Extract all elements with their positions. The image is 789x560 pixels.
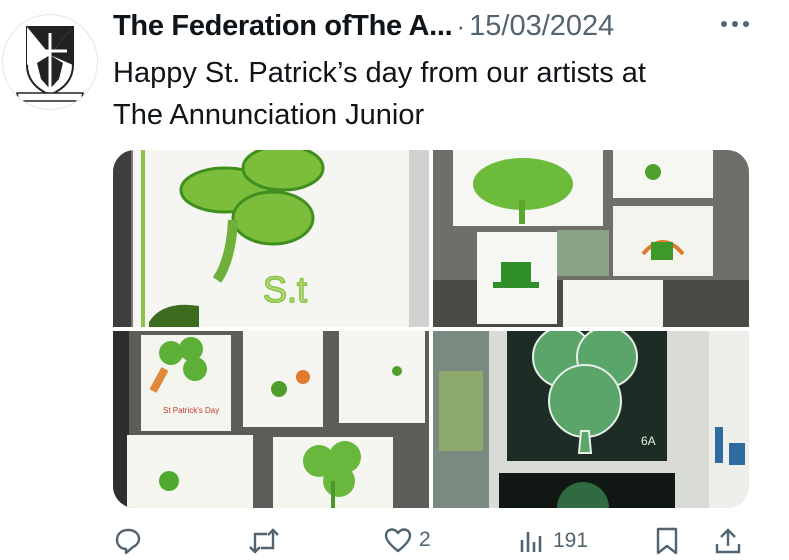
reply-button[interactable]	[113, 526, 149, 556]
more-icon	[721, 21, 749, 27]
media-photo-3[interactable]: St Patrick's Day	[113, 331, 429, 508]
share-icon	[713, 526, 743, 556]
poster-text: S.t	[263, 269, 307, 310]
like-button[interactable]: 2	[383, 526, 431, 554]
shamrock-poster-photo-icon: S.t	[113, 150, 429, 327]
tweet-header: The Federation ofThe A... · 15/03/2024	[113, 6, 753, 46]
views-count: 191	[553, 529, 589, 552]
reply-icon	[113, 526, 143, 556]
retweet-button[interactable]	[247, 526, 287, 556]
author-avatar[interactable]	[2, 14, 98, 110]
share-button[interactable]	[713, 526, 743, 556]
like-count: 2	[419, 528, 431, 551]
header-separator: ·	[456, 10, 466, 41]
views-icon	[517, 526, 547, 556]
author-name[interactable]: The Federation ofThe A...	[113, 10, 453, 43]
media-grid: S.t St Patrick's Day 6A	[113, 150, 749, 508]
media-photo-2[interactable]	[433, 150, 749, 327]
dominican-shield-logo-icon	[16, 26, 84, 102]
retweet-icon	[247, 526, 281, 556]
bookmark-button[interactable]	[653, 526, 681, 556]
heart-icon	[383, 526, 413, 554]
shamrock-canvas-painting-photo-icon: 6A	[433, 331, 749, 508]
painting-caption: 6A	[641, 434, 656, 448]
tweet-text: Happy St. Patrick’s day from our artists…	[113, 52, 773, 136]
more-options-button[interactable]	[717, 12, 753, 36]
bookmark-icon	[653, 526, 681, 556]
tweet-text-line-2: The Annunciation Junior	[113, 99, 425, 131]
shamrock-wall-display-photo-icon	[433, 150, 749, 327]
drawing-caption: St Patrick's Day	[163, 406, 219, 415]
tweet-date[interactable]: 15/03/2024	[469, 10, 614, 43]
tweet-text-line-1: Happy St. Patrick’s day from our artists…	[113, 57, 646, 89]
media-photo-4[interactable]: 6A	[433, 331, 749, 508]
tweet-actions: 2 191	[113, 520, 753, 560]
views-button[interactable]: 191	[517, 526, 588, 556]
media-photo-1[interactable]: S.t	[113, 150, 429, 327]
shamrock-drawings-photo-icon: St Patrick's Day	[113, 331, 429, 508]
